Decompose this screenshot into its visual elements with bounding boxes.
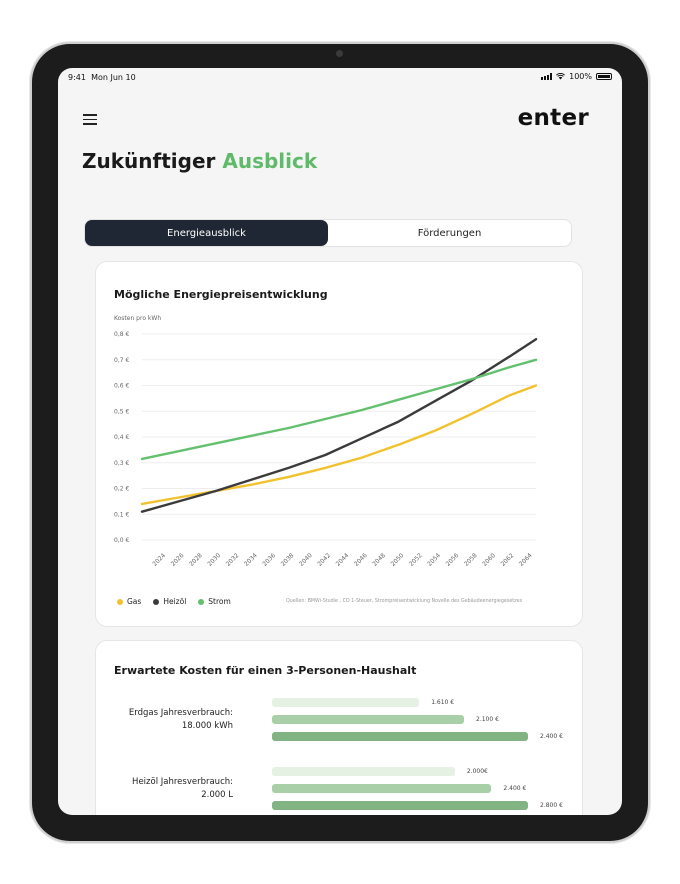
cost-bar-value: 2.400 €: [540, 733, 563, 740]
y-tick-label: 0,0 €: [114, 537, 129, 544]
tab-bar: Energieausblick Förderungen: [84, 219, 572, 247]
x-tick-label: 2056: [445, 552, 461, 568]
legend-dot-strom: [198, 598, 205, 605]
cost-bar: [272, 767, 455, 776]
cost-bar-value: 2.800 €: [540, 802, 563, 809]
hamburger-menu-icon[interactable]: [83, 114, 97, 125]
x-tick-label: 2052: [408, 552, 424, 568]
legend-dot-gas: [117, 598, 123, 605]
y-tick-label: 0,4 €: [114, 434, 129, 441]
y-tick-label: 0,8 €: [114, 331, 129, 338]
x-tick-label: 2032: [225, 552, 241, 568]
legend-item-gas: Gas: [117, 597, 141, 606]
y-tick-label: 0,6 €: [114, 383, 129, 390]
x-tick-label: 2046: [353, 552, 369, 568]
series-line-strom: [140, 358, 538, 461]
y-axis-label: Kosten pro kWh: [114, 315, 161, 322]
cost-bar: [272, 801, 528, 810]
energy-price-chart-card: Mögliche Energiepreisentwicklung Kosten …: [95, 261, 583, 627]
x-tick-label: 2048: [371, 552, 387, 568]
status-time: 9:41 Mon Jun 10: [68, 73, 136, 82]
tab-foerderungen[interactable]: Förderungen: [328, 220, 571, 246]
page-title: Zukünftiger Ausblick: [82, 149, 317, 173]
legend-dot-heizoel: [153, 598, 160, 605]
cost-bar-value: 2.100 €: [476, 716, 499, 723]
cellular-signal-icon: [541, 73, 553, 80]
chart-legend: Gas Heizöl Strom: [117, 597, 231, 606]
y-tick-label: 0,3 €: [114, 460, 129, 467]
x-tick-label: 2044: [335, 552, 351, 568]
y-tick-label: 0,2 €: [114, 486, 129, 493]
cost-bar: [272, 698, 420, 707]
x-tick-label: 2034: [243, 552, 259, 568]
cost-bar-value: 2.000€: [466, 768, 488, 775]
x-tick-label: 2040: [298, 552, 314, 568]
heizoel-consumption-label: Heizöl Jahresverbrauch: 2.000 L: [132, 777, 233, 800]
x-tick-label: 2050: [390, 552, 406, 568]
x-tick-label: 2024: [151, 552, 167, 568]
cost-bar: [272, 715, 464, 724]
x-tick-label: 2026: [170, 552, 186, 568]
x-tick-label: 2030: [206, 552, 222, 568]
x-tick-label: 2038: [280, 552, 296, 568]
x-tick-label: 2054: [426, 552, 442, 568]
tab-energieausblick[interactable]: Energieausblick: [85, 220, 328, 246]
x-tick-label: 2058: [463, 552, 479, 568]
legend-item-strom: Strom: [198, 597, 231, 606]
cost-bar-value: 2.400 €: [503, 785, 527, 792]
cost-bar-value: 1.610 €: [431, 699, 455, 706]
tablet-frame: 9:41 Mon Jun 10 100% enter Zukünftiger A…: [32, 44, 648, 841]
cost-bar: [272, 732, 528, 741]
front-camera: [336, 50, 343, 57]
page-title-prefix: Zukünftiger: [82, 149, 216, 173]
chart-source: Quellen: BMWi-Studie , CO 1-Steuer, Stro…: [286, 599, 523, 604]
x-tick-label: 2028: [188, 552, 204, 568]
y-tick-label: 0,5 €: [114, 408, 129, 415]
status-indicators: 100%: [541, 72, 612, 81]
energy-price-line-chart: Kosten pro kWh 0,0 € 0,1 € 0,2 € 0,3 € 0,4 € 0…: [114, 315, 538, 568]
y-tick-label: 0,1 €: [114, 511, 129, 518]
page-title-accent: Ausblick: [222, 149, 318, 173]
wifi-icon: [556, 73, 566, 80]
app-screen: 9:41 Mon Jun 10 100% enter Zukünftiger A…: [58, 68, 622, 815]
battery-icon: [596, 73, 612, 80]
cost-card-title: Erwartete Kosten für einen 3-Personen-Ha…: [114, 664, 417, 677]
x-tick-label: 2060: [481, 552, 497, 568]
erdgas-consumption-label: Erdgas Jahresverbrauch: 18.000 kWh: [128, 708, 233, 731]
cost-bar: [272, 784, 492, 793]
x-tick-label: 2062: [500, 552, 516, 568]
x-tick-label: 2042: [316, 552, 332, 568]
x-tick-label: 2036: [261, 552, 277, 568]
series-line-heizl: [140, 338, 538, 513]
brand-logo: enter: [517, 105, 589, 131]
legend-item-heizoel: Heizöl: [153, 597, 186, 606]
series-line-gas: [140, 384, 538, 506]
status-bar: 9:41 Mon Jun 10 100%: [68, 71, 612, 85]
battery-percent: 100%: [569, 72, 592, 81]
y-tick-label: 0,7 €: [114, 357, 129, 364]
household-cost-card: Erwartete Kosten für einen 3-Personen-Ha…: [95, 640, 583, 815]
x-tick-label: 2064: [518, 552, 534, 568]
